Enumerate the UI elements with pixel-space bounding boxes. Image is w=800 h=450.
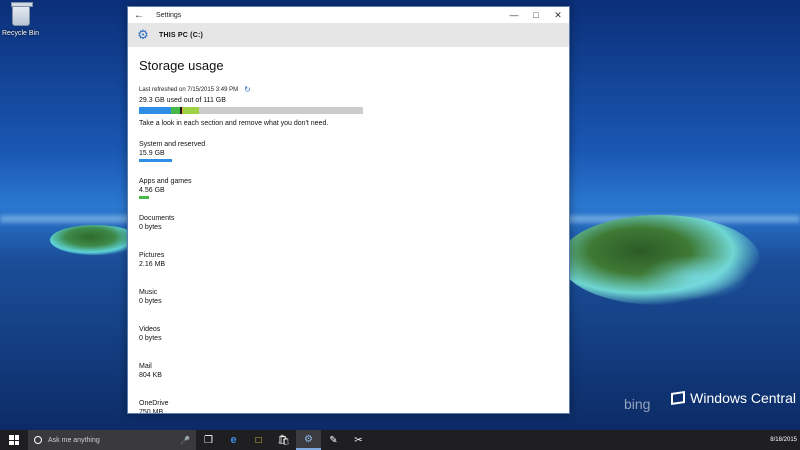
system-tray: 8/18/2015 — [767, 430, 800, 450]
storage-category[interactable]: Mail 804 KB — [139, 362, 569, 384]
settings-header: ⚙ THIS PC (C:) — [128, 23, 569, 47]
reef-right — [640, 255, 750, 300]
category-name: Music — [139, 289, 158, 296]
usage-segment — [171, 107, 181, 114]
page-title: Storage usage — [139, 58, 224, 73]
category-name: OneDrive — [139, 400, 169, 407]
category-name: System and reserved — [139, 141, 206, 148]
refresh-icon[interactable]: ↻ — [244, 85, 251, 94]
minimize-button[interactable]: — — [503, 7, 525, 23]
category-name: Videos — [139, 326, 161, 333]
windows-central-watermark: Windows Central — [671, 390, 796, 406]
storage-category[interactable]: Pictures 2.16 MB — [139, 251, 569, 273]
task-view-icon[interactable]: ❐ — [196, 430, 221, 450]
window-controls: — □ ✕ — [503, 7, 569, 23]
storage-category[interactable]: Videos 0 bytes — [139, 325, 569, 347]
gear-icon: ⚙ — [137, 27, 149, 42]
category-size: 4.56 GB — [139, 187, 165, 194]
category-name: Documents — [139, 215, 175, 222]
title-bar: ← Settings — □ ✕ — [128, 7, 569, 23]
category-size: 2.16 MB — [139, 261, 166, 268]
microphone-icon[interactable]: 🎤 — [180, 436, 190, 445]
store-icon[interactable]: 🛍 — [271, 430, 296, 450]
last-refreshed-text: Last refreshed on 7/15/2015 3:49 PM — [139, 86, 239, 93]
category-name: Mail — [139, 363, 152, 370]
storage-content: Storage usage Last refreshed on 7/15/201… — [128, 58, 569, 414]
storage-category[interactable]: System and reserved 15.9 GB — [139, 140, 569, 162]
category-name: Apps and games — [139, 178, 192, 185]
category-size: 0 bytes — [139, 335, 162, 342]
taskbar: Ask me anything 🎤 ❐ e □ 🛍 ⚙ ✎ ✂ 8/18/201… — [0, 430, 800, 450]
cortana-search[interactable]: Ask me anything 🎤 — [28, 430, 196, 450]
windows-central-text: Windows Central — [690, 390, 796, 406]
windows-central-logo-icon — [671, 391, 686, 405]
category-list: System and reserved 15.9 GB Apps and games… — [139, 140, 569, 414]
usage-bar — [139, 107, 363, 114]
usage-segment — [183, 107, 199, 114]
clock-date[interactable]: 8/18/2015 — [767, 437, 800, 444]
category-name: Pictures — [139, 252, 165, 259]
close-button[interactable]: ✕ — [547, 7, 569, 23]
storage-category[interactable]: Documents 0 bytes — [139, 214, 569, 236]
search-placeholder: Ask me anything — [48, 436, 100, 444]
storage-category[interactable]: OneDrive 750 MB — [139, 399, 569, 414]
category-size: 750 MB — [139, 409, 164, 414]
last-refreshed: Last refreshed on 7/15/2015 3:49 PM ↻ — [139, 85, 569, 94]
category-size: 15.9 GB — [139, 150, 165, 157]
recycle-bin-label: Recycle Bin — [2, 30, 39, 37]
settings-window: ← Settings — □ ✕ ⚙ THIS PC (C:) Storage … — [127, 6, 570, 414]
used-summary: 29.3 GB used out of 111 GB — [139, 97, 226, 104]
start-button[interactable] — [0, 430, 28, 450]
category-size: 0 bytes — [139, 224, 162, 231]
category-bar — [139, 196, 149, 199]
bing-watermark: bing — [624, 396, 651, 412]
paint-icon[interactable]: ✎ — [321, 430, 346, 450]
storage-category[interactable]: Music 0 bytes — [139, 288, 569, 310]
usage-segment — [139, 107, 171, 114]
category-bar — [139, 159, 172, 162]
header-title: THIS PC (C:) — [159, 31, 204, 39]
recycle-bin[interactable]: Recycle Bin — [2, 2, 39, 37]
back-arrow-icon[interactable]: ← — [128, 7, 150, 23]
storage-category[interactable]: Apps and games 4.56 GB — [139, 177, 569, 199]
recycle-bin-icon — [11, 2, 33, 26]
category-size: 804 KB — [139, 372, 162, 379]
settings-taskbar-icon[interactable]: ⚙ — [296, 430, 321, 450]
snipping-tool-icon[interactable]: ✂ — [346, 430, 371, 450]
hint-text: Take a look in each section and remove w… — [139, 120, 329, 127]
maximize-button[interactable]: □ — [525, 7, 547, 23]
window-title: Settings — [156, 11, 182, 19]
edge-browser-icon[interactable]: e — [221, 430, 246, 450]
cortana-icon — [34, 436, 42, 444]
category-size: 0 bytes — [139, 298, 162, 305]
windows-logo-icon — [9, 435, 19, 445]
file-explorer-icon[interactable]: □ — [246, 430, 271, 450]
